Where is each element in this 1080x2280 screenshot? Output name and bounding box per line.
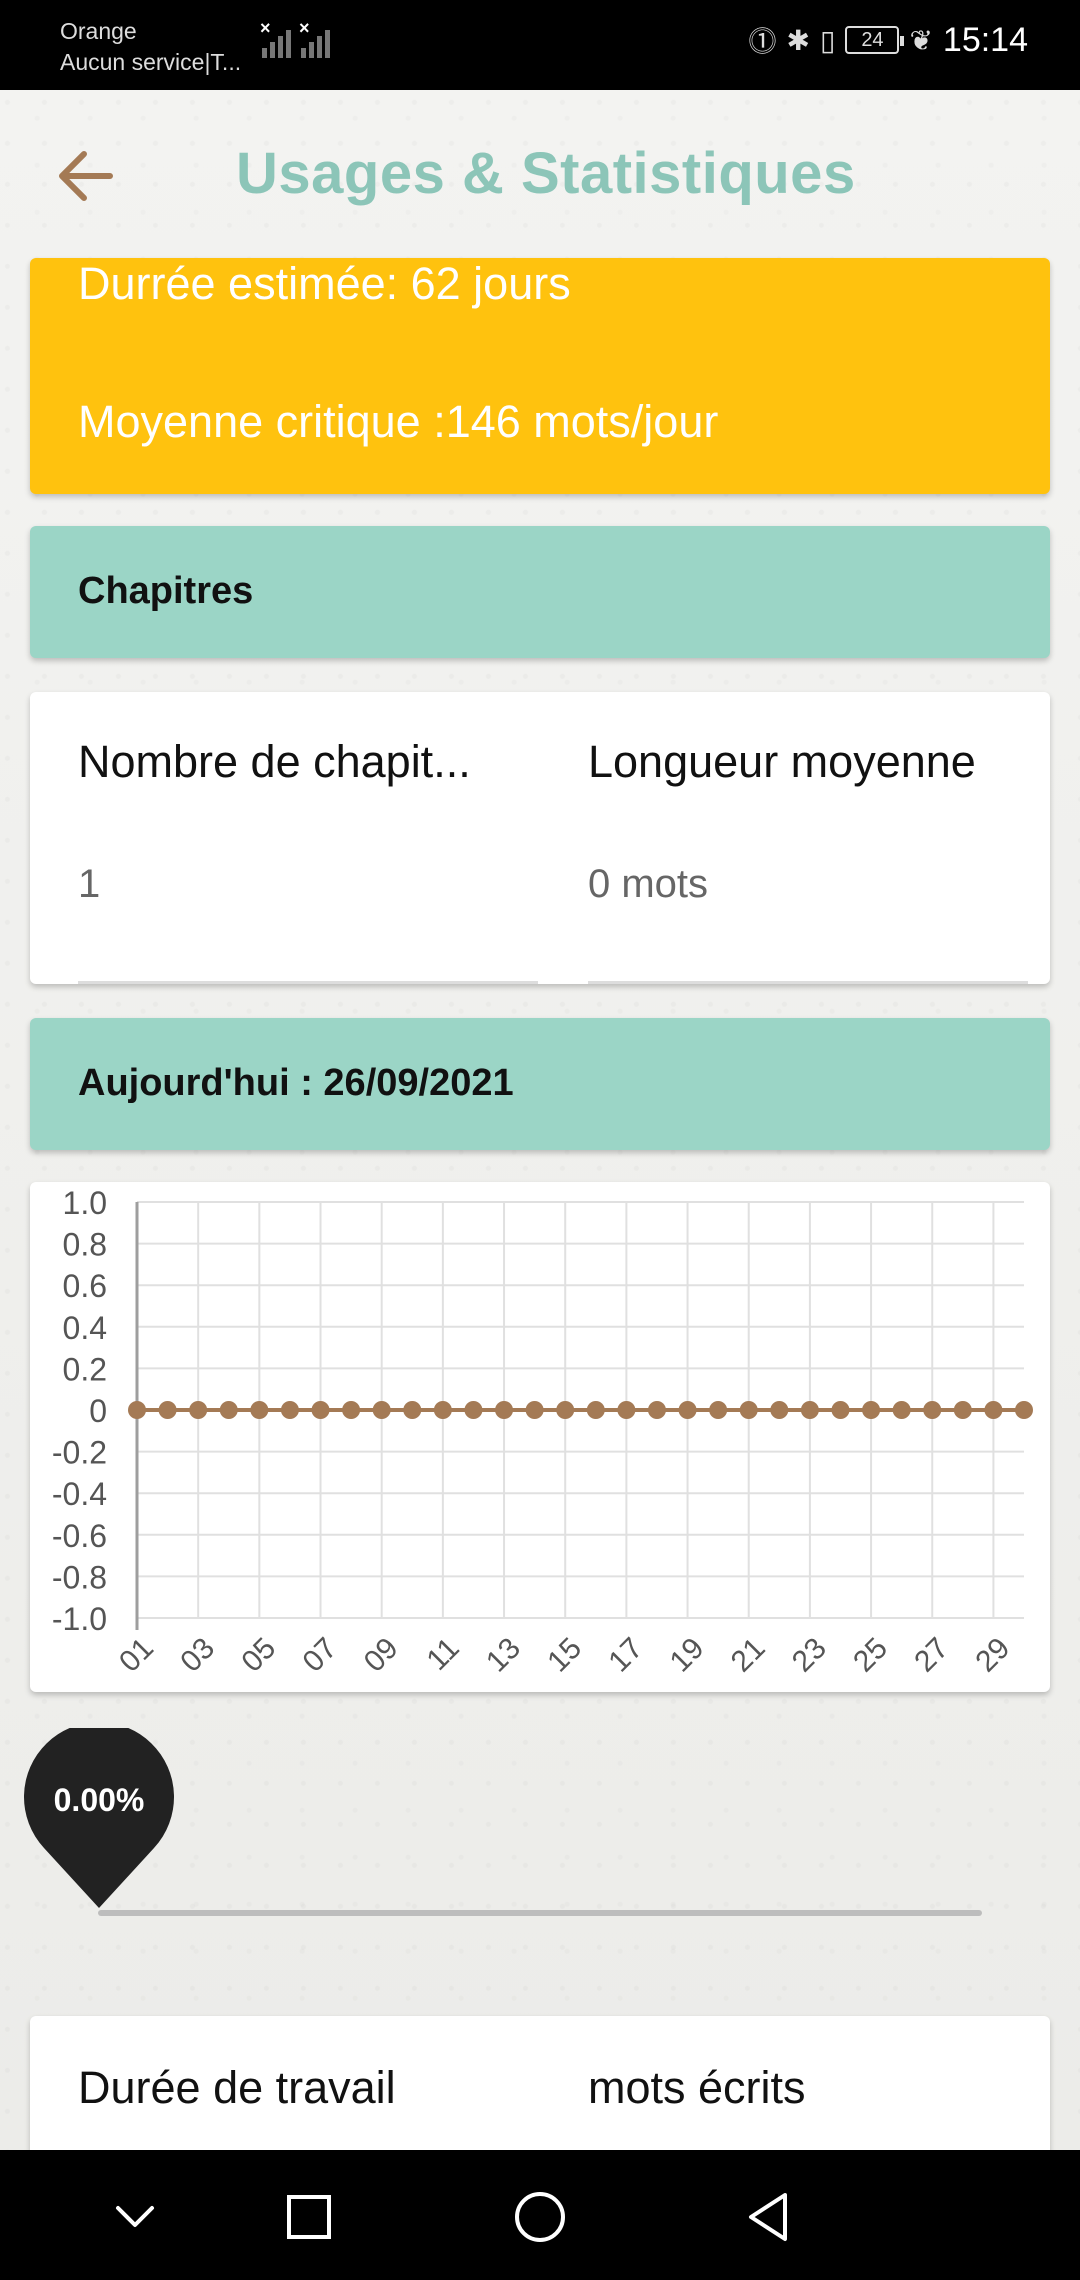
data-point bbox=[617, 1401, 636, 1419]
x-tick-label: 15 bbox=[541, 1632, 588, 1679]
words-written-label: mots écrits bbox=[588, 2062, 806, 2113]
data-point bbox=[556, 1401, 575, 1419]
page-title: Usages & Statistiques bbox=[236, 141, 856, 206]
status-right: ⓵ ✱ ▯ 24 ❦ 15:14 bbox=[749, 20, 1028, 60]
home-icon[interactable] bbox=[505, 2182, 575, 2252]
today-title: Aujourd'hui : 26/09/2021 bbox=[78, 1062, 514, 1104]
data-point bbox=[709, 1401, 728, 1419]
x-tick-label: 27 bbox=[908, 1632, 955, 1679]
x-tick-label: 21 bbox=[725, 1632, 772, 1679]
recent-apps-icon[interactable] bbox=[274, 2182, 344, 2252]
clock: 15:14 bbox=[942, 20, 1028, 59]
data-point bbox=[953, 1401, 972, 1419]
x-tick-label: 11 bbox=[420, 1632, 465, 1677]
data-point bbox=[464, 1401, 483, 1419]
data-point bbox=[1015, 1401, 1033, 1419]
x-tick-label: 29 bbox=[969, 1632, 1016, 1679]
carrier-info: Orange Aucun service|T... bbox=[60, 16, 241, 78]
x-tick-label: 03 bbox=[174, 1632, 221, 1679]
data-point bbox=[158, 1401, 177, 1419]
chapters-title: Chapitres bbox=[78, 570, 254, 612]
arrow-left-icon bbox=[59, 151, 113, 201]
x-tick-label: 19 bbox=[664, 1632, 711, 1679]
data-point bbox=[923, 1401, 942, 1419]
leaf-icon: ❦ bbox=[909, 24, 933, 56]
data-point bbox=[219, 1401, 238, 1419]
chapter-count-value: 1 bbox=[78, 862, 101, 906]
data-point bbox=[525, 1401, 544, 1419]
divider bbox=[588, 981, 1028, 984]
data-point bbox=[189, 1401, 208, 1419]
x-tick-label: 25 bbox=[847, 1632, 894, 1679]
y-tick-label: 1.0 bbox=[63, 1185, 107, 1221]
y-tick-label: 0.6 bbox=[63, 1268, 107, 1304]
data-point bbox=[311, 1401, 330, 1419]
data-point bbox=[372, 1401, 391, 1419]
data-point bbox=[770, 1401, 789, 1419]
chapter-count-label: Nombre de chapit... bbox=[78, 736, 471, 787]
x-tick-label: 17 bbox=[602, 1632, 649, 1679]
y-tick-label: -1.0 bbox=[52, 1601, 107, 1637]
data-point bbox=[128, 1401, 146, 1419]
network-status: Aucun service|T... bbox=[60, 49, 242, 75]
critical-average: Moyenne critique :146 mots/jour bbox=[78, 396, 719, 447]
back-button[interactable] bbox=[54, 144, 118, 208]
data-point bbox=[647, 1401, 666, 1419]
data-point bbox=[984, 1401, 1003, 1419]
today-section-header[interactable]: Aujourd'hui : 26/09/2021 bbox=[30, 1018, 1050, 1150]
data-point bbox=[342, 1401, 361, 1419]
status-bar: Orange Aucun service|T... × × ⓵ ✱ ▯ 24 ❦… bbox=[0, 0, 1080, 90]
system-navigation-bar bbox=[0, 2150, 1080, 2280]
progress-value: 0.00% bbox=[53, 1782, 145, 1818]
y-tick-label: -0.2 bbox=[52, 1435, 107, 1471]
data-point bbox=[892, 1401, 911, 1419]
chapter-stats-card: Nombre de chapit... Longueur moyenne 1 0… bbox=[30, 692, 1050, 984]
x-tick-label: 23 bbox=[786, 1632, 833, 1679]
summary-card: Durrée estimée: 62 jours Moyenne critiqu… bbox=[30, 258, 1050, 494]
y-tick-label: 0.4 bbox=[63, 1310, 107, 1346]
back-nav-icon[interactable] bbox=[735, 2182, 805, 2252]
data-saver-icon: ⓵ bbox=[748, 26, 777, 57]
average-length-label: Longueur moyenne bbox=[588, 736, 976, 787]
y-tick-label: 0.8 bbox=[63, 1227, 107, 1263]
x-tick-label: 01 bbox=[113, 1632, 160, 1679]
data-point bbox=[678, 1401, 697, 1419]
estimated-duration: Durrée estimée: 62 jours bbox=[78, 258, 571, 309]
divider bbox=[78, 981, 538, 984]
x-tick-label: 05 bbox=[235, 1632, 282, 1679]
data-point bbox=[280, 1401, 299, 1419]
average-length-value: 0 mots bbox=[588, 862, 709, 906]
progress-track bbox=[98, 1910, 982, 1916]
work-duration-label: Durée de travail bbox=[78, 2062, 396, 2113]
data-point bbox=[831, 1401, 850, 1419]
x-tick-label: 07 bbox=[297, 1632, 344, 1679]
daily-words-chart: 1.0 0.8 0.6 0.4 0.2 0 -0.2 -0.4 -0.6 -0.8 -1.001 03… bbox=[52, 1185, 1033, 1679]
data-point bbox=[495, 1401, 514, 1419]
signal-icons: × × bbox=[260, 18, 330, 58]
app-header: Usages & Statistiques bbox=[0, 90, 1080, 260]
y-tick-label: -0.4 bbox=[52, 1476, 107, 1512]
data-point bbox=[586, 1401, 605, 1419]
carrier-name: Orange bbox=[60, 18, 137, 44]
x-tick-label: 13 bbox=[480, 1632, 527, 1679]
daily-chart-card: 1.0 0.8 0.6 0.4 0.2 0 -0.2 -0.4 -0.6 -0.8 -1.0 01 03… bbox=[30, 1182, 1050, 1692]
data-point bbox=[250, 1401, 269, 1419]
data-point bbox=[800, 1401, 819, 1419]
x-tick-label: 09 bbox=[358, 1632, 405, 1679]
chapters-section-header[interactable]: Chapitres bbox=[30, 526, 1050, 658]
signal-icon: × bbox=[299, 18, 330, 58]
signal-icon: × bbox=[260, 18, 291, 58]
battery-icon: 24 bbox=[845, 26, 905, 54]
y-tick-label: -0.6 bbox=[52, 1518, 107, 1554]
data-point bbox=[862, 1401, 881, 1419]
vibrate-icon: ▯ bbox=[820, 24, 836, 56]
data-point bbox=[403, 1401, 422, 1419]
hide-keyboard-icon[interactable] bbox=[100, 2182, 170, 2252]
y-tick-label: -0.8 bbox=[52, 1559, 107, 1595]
bluetooth-icon: ✱ bbox=[786, 24, 811, 56]
data-point bbox=[433, 1401, 452, 1419]
y-tick-label: 0 bbox=[89, 1393, 107, 1429]
data-point bbox=[739, 1401, 758, 1419]
y-tick-label: 0.2 bbox=[63, 1351, 107, 1387]
